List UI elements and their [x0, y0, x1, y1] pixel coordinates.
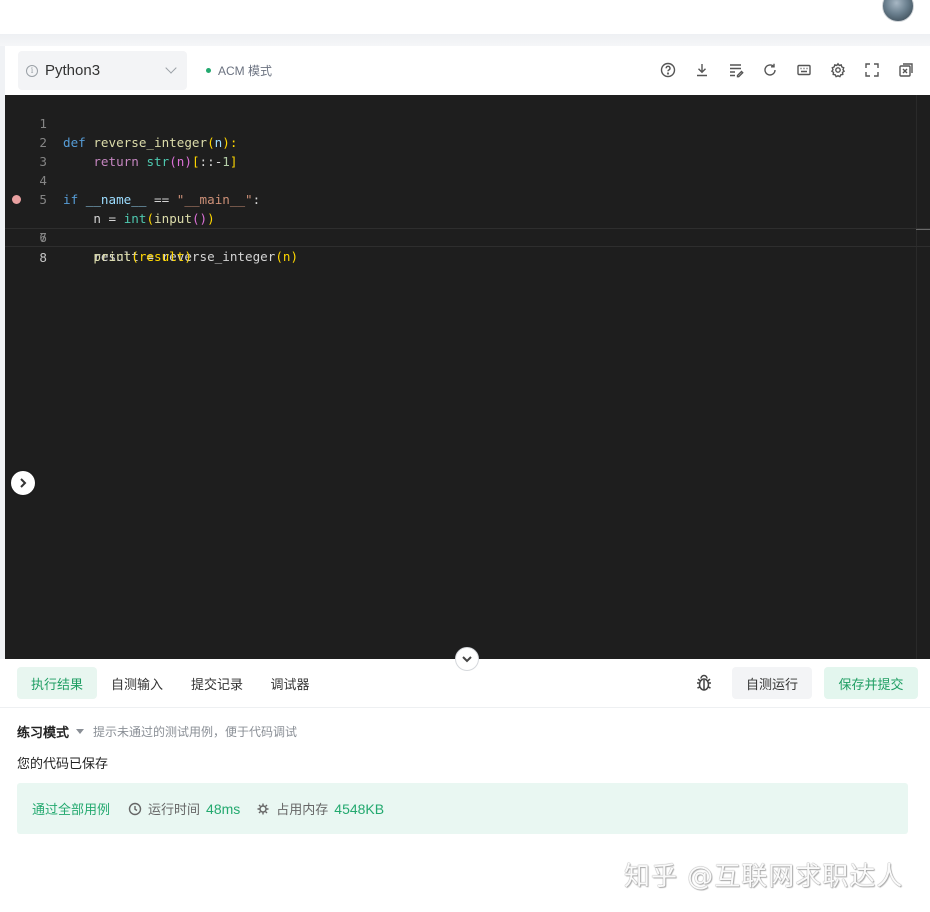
tab-submission-history[interactable]: 提交记录 [177, 667, 257, 699]
code-saved-message: 您的代码已保存 [17, 757, 109, 772]
result-panel: 执行结果 自测输入 提交记录 调试器 自测运行 保存并提交 练习模式 提示未通过… [0, 659, 930, 912]
code-line[interactable]: 2 return str(n)[::-1] [5, 114, 930, 169]
settings-gear-icon[interactable] [828, 61, 848, 79]
code-line[interactable]: 6 result = reverse_integer(n) [5, 190, 930, 264]
split-view-icon[interactable] [896, 61, 916, 79]
tab-execution-result[interactable]: 执行结果 [17, 667, 97, 699]
self-test-run-button[interactable]: 自测运行 [732, 667, 812, 699]
download-icon[interactable] [692, 61, 712, 79]
memory-label: 占用内存 [276, 803, 329, 818]
breakpoint-marker[interactable] [12, 195, 21, 204]
user-avatar[interactable] [882, 0, 914, 22]
info-icon: i [26, 64, 38, 77]
practice-mode-row: 练习模式 提示未通过的测试用例，便于代码调试 [17, 722, 297, 741]
runtime-label: 运行时间 [148, 803, 201, 818]
chevron-right-icon [20, 478, 27, 488]
acm-mode-indicator[interactable]: ACM 模式 [206, 62, 272, 79]
help-icon[interactable] [658, 61, 678, 79]
code-line[interactable]: 1 def reverse_integer(n): [5, 95, 930, 150]
tab-self-test-input[interactable]: 自测输入 [97, 667, 177, 699]
line-number: 8 [39, 250, 47, 265]
status-dot [206, 68, 211, 73]
code-line[interactable]: 5 n = int(input()) [5, 171, 930, 226]
language-select[interactable]: i Python3 [18, 51, 187, 90]
editor-toolbar: i Python3 ACM 模式 [5, 46, 930, 95]
runtime-value: 48ms [206, 800, 241, 817]
save-submit-button[interactable]: 保存并提交 [824, 667, 918, 699]
code-editor[interactable]: 1 def reverse_integer(n): 2 return str(n… [5, 95, 930, 659]
chevron-down-icon [462, 656, 472, 663]
runtime-stat: 运行时间 48ms [128, 799, 240, 818]
chevron-down-icon [165, 62, 177, 74]
acm-mode-label: ACM 模式 [218, 64, 273, 78]
pass-status: 通过全部用例 [32, 803, 111, 818]
collapse-panel-button[interactable] [455, 647, 479, 671]
code-line[interactable]: 3 [5, 133, 930, 169]
toolbar-icons [658, 61, 916, 79]
header-divider [0, 34, 930, 46]
keyboard-icon[interactable] [794, 61, 814, 79]
top-header [0, 0, 930, 34]
caret-down-icon[interactable] [76, 729, 85, 734]
practice-mode-select[interactable]: 练习模式 [17, 722, 69, 741]
practice-mode-hint: 提示未通过的测试用例，便于代码调试 [93, 725, 298, 739]
memory-stat: 占用内存 4548KB [256, 799, 384, 818]
format-code-icon[interactable] [726, 61, 746, 79]
code-text: print(result) [93, 249, 192, 264]
memory-chip-icon [257, 803, 269, 814]
memory-value: 4548KB [334, 800, 385, 817]
clock-icon [128, 802, 142, 815]
result-summary: 通过全部用例 运行时间 48ms 占用内存 4548KB [17, 783, 908, 834]
fullscreen-icon[interactable] [862, 61, 882, 79]
reset-icon[interactable] [760, 61, 780, 79]
code-line[interactable]: 7 print(result) [5, 209, 930, 264]
tab-debugger[interactable]: 调试器 [257, 667, 323, 699]
code-line[interactable]: 4 if __name__ == "__main__": [5, 152, 930, 207]
code-line-active[interactable]: 8 [5, 228, 930, 265]
side-panel-toggle[interactable] [11, 471, 35, 495]
language-label: Python3 [45, 62, 101, 79]
bug-icon[interactable] [694, 673, 714, 693]
watermark-text: 知乎 @互联网求职达人 [624, 862, 904, 892]
